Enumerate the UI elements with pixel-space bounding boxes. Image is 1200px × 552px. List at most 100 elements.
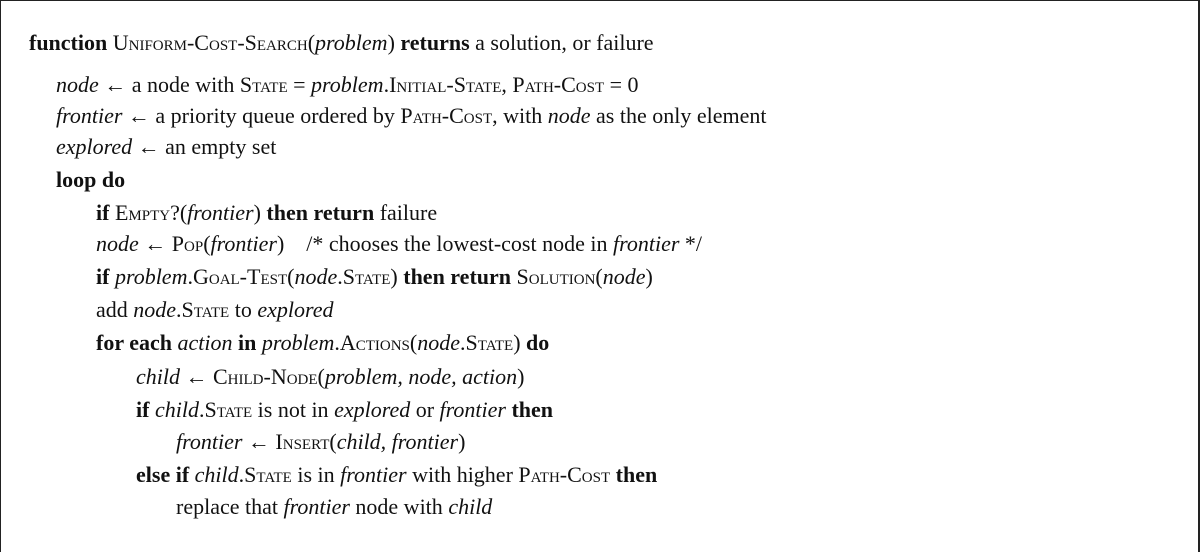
- not-explored-check-line: if child.State is not in explored or fro…: [136, 396, 553, 424]
- term-state: State: [181, 297, 230, 322]
- replace-line: replace that frontier node with child: [176, 493, 492, 521]
- term-state: State: [465, 330, 514, 355]
- keyword-for-each: for each: [96, 330, 172, 355]
- text: as the only element: [590, 103, 767, 128]
- text: , with: [492, 103, 548, 128]
- paren-open: (: [307, 30, 316, 55]
- text: node with: [349, 494, 449, 519]
- var-child: child: [448, 494, 493, 519]
- var-frontier: frontier: [613, 231, 680, 256]
- keyword-then-return: then return: [266, 200, 375, 225]
- var-problem: problem: [261, 330, 335, 355]
- var-node: node: [56, 72, 99, 97]
- term-state: State: [342, 264, 391, 289]
- keyword-else-if: else if: [136, 462, 190, 487]
- explored-init-line: explored ← an empty set: [56, 133, 276, 161]
- text: is in: [291, 462, 341, 487]
- text: (: [329, 429, 337, 454]
- keyword-if: if: [136, 397, 150, 422]
- text: =: [287, 72, 312, 97]
- param-problem: problem: [315, 30, 388, 55]
- term-state: State: [204, 397, 253, 422]
- node-init-line: node ← a node with State = problem.Initi…: [56, 71, 639, 99]
- text: ← a priority queue ordered by: [122, 103, 401, 128]
- func-empty: Empty?: [114, 200, 180, 225]
- var-explored: explored: [334, 397, 411, 422]
- text: ← an empty set: [132, 134, 277, 159]
- var-child: child: [194, 462, 239, 487]
- func-child-node: Child-Node: [213, 364, 318, 389]
- add-explored-line: add node.State to explored: [96, 296, 334, 324]
- text: with higher: [406, 462, 519, 487]
- func-solution: Solution: [516, 264, 596, 289]
- term-path-cost: Path-Cost: [512, 72, 605, 97]
- loop-line: loop do: [56, 166, 125, 194]
- func-pop: Pop: [171, 231, 204, 256]
- func-args: child, frontier: [336, 429, 459, 454]
- keyword-then-return: then return: [403, 264, 512, 289]
- insert-line: frontier ← Insert(child, frontier): [176, 428, 465, 456]
- text: ←: [180, 364, 213, 389]
- text: ): [458, 429, 466, 454]
- text: is not in: [252, 397, 335, 422]
- child-node-line: child ← Child-Node(problem, node, action…: [136, 363, 524, 391]
- paren-close: ): [387, 30, 395, 55]
- text: or: [410, 397, 440, 422]
- func-insert: Insert: [275, 429, 330, 454]
- func-goal-test: Goal-Test: [192, 264, 288, 289]
- keyword-if: if: [96, 200, 110, 225]
- var-node: node: [96, 231, 139, 256]
- var-child: child: [136, 364, 180, 389]
- keyword-then: then: [511, 397, 554, 422]
- term-state: State: [244, 462, 292, 487]
- function-name: Uniform-Cost-Search: [112, 30, 308, 55]
- term-state: State: [239, 72, 288, 97]
- var-explored: explored: [257, 297, 334, 322]
- func-args: problem, node, action: [324, 364, 518, 389]
- text: (: [203, 231, 211, 256]
- text: ←: [242, 429, 276, 454]
- else-if-line: else if child.State is in frontier with …: [136, 461, 657, 489]
- var-node: node: [294, 264, 338, 289]
- keyword-function: function: [29, 30, 108, 55]
- text: ): [513, 330, 521, 355]
- text: ←: [138, 231, 172, 256]
- text: = 0: [604, 72, 639, 97]
- var-problem: problem: [114, 264, 188, 289]
- func-actions: Actions: [339, 330, 410, 355]
- keyword-do: do: [526, 330, 550, 355]
- var-node: node: [602, 264, 646, 289]
- var-frontier: frontier: [56, 103, 123, 128]
- var-explored: explored: [56, 134, 133, 159]
- var-action: action: [177, 330, 233, 355]
- for-each-line: for each action in problem.Actions(node.…: [96, 329, 549, 357]
- var-frontier: frontier: [176, 429, 243, 454]
- text: (: [595, 264, 603, 289]
- comment-text: */: [679, 231, 703, 256]
- keyword-loop-do: loop do: [56, 167, 126, 192]
- var-frontier: frontier: [283, 494, 350, 519]
- text: ): [645, 264, 653, 289]
- var-problem: problem: [311, 72, 384, 97]
- comment-text: /* chooses the lowest-cost node in: [306, 231, 613, 256]
- text: add: [96, 297, 134, 322]
- term-initial-state: Initial-State: [389, 72, 502, 97]
- pop-line: node ← Pop(frontier)/* chooses the lowes…: [96, 230, 702, 258]
- var-frontier: frontier: [439, 397, 506, 422]
- text: (: [317, 364, 325, 389]
- text: ): [390, 264, 398, 289]
- return-description: a solution, or failure: [475, 30, 654, 55]
- var-child: child: [154, 397, 199, 422]
- text: ): [253, 200, 261, 225]
- text: replace that: [176, 494, 284, 519]
- goal-test-line: if problem.Goal-Test(node.State) then re…: [96, 263, 653, 291]
- text: to: [229, 297, 258, 322]
- text: ): [517, 364, 525, 389]
- keyword-returns: returns: [400, 30, 470, 55]
- text: failure: [379, 200, 438, 225]
- function-header-line: function Uniform-Cost-Search(problem) re…: [29, 29, 654, 57]
- term-path-cost: Path-Cost: [400, 103, 493, 128]
- term-path-cost: Path-Cost: [518, 462, 611, 487]
- var-node: node: [417, 330, 460, 355]
- frontier-init-line: frontier ← a priority queue ordered by P…: [56, 102, 766, 130]
